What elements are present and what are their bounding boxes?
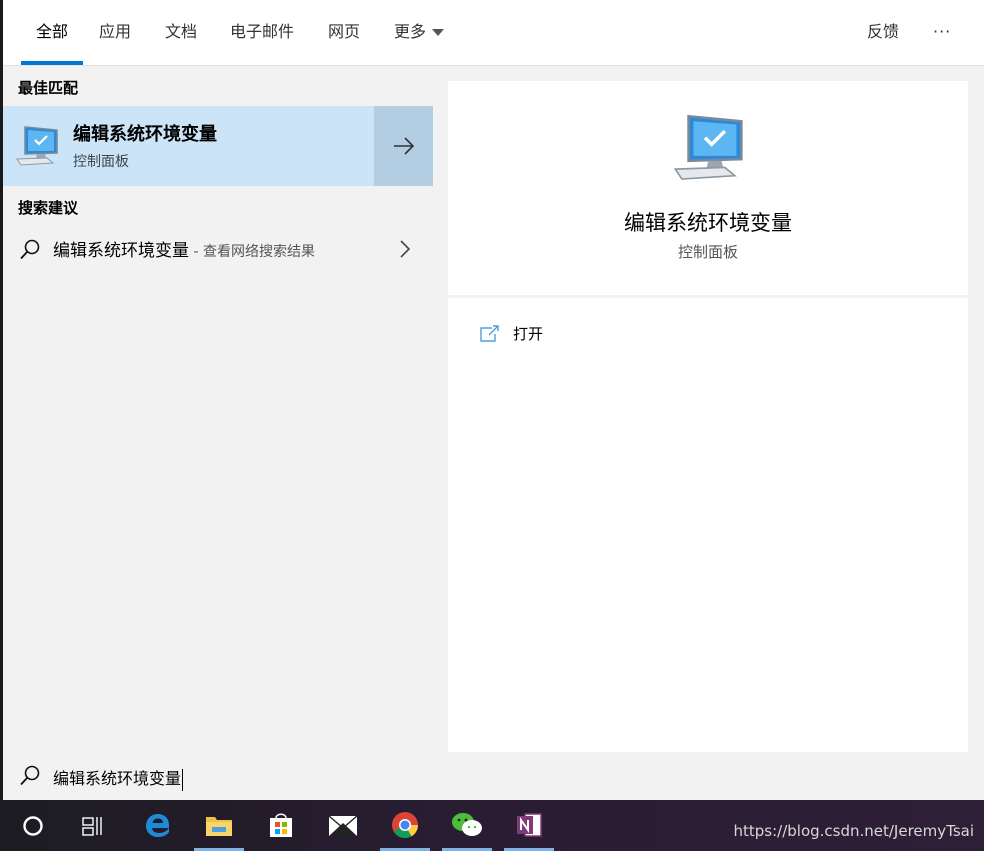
store-button[interactable] (256, 800, 306, 851)
preview-pane: 编辑系统环境变量 控制面板 打开 (448, 81, 968, 752)
mail-button[interactable] (318, 800, 368, 851)
tab-more-label: 更多 (394, 22, 427, 41)
search-panel: 全部 应用 文档 电子邮件 网页 更多 反馈 ··· 最佳匹配 编辑系统环境变量… (0, 0, 984, 800)
chevron-right-icon (400, 240, 411, 258)
tab-all[interactable]: 全部 (20, 0, 84, 65)
onenote-icon (517, 813, 542, 837)
store-icon (270, 813, 292, 837)
file-explorer-button[interactable] (194, 800, 244, 851)
chrome-button[interactable] (380, 800, 430, 851)
wechat-icon (452, 813, 482, 836)
arrow-right-icon (394, 137, 415, 155)
best-match-item[interactable]: 编辑系统环境变量 控制面板 (3, 106, 433, 186)
best-match-expand-button[interactable] (374, 106, 433, 186)
best-match-subtitle: 控制面板 (73, 154, 129, 170)
taskbar: https://blog.csdn.net/JeremyTsai (0, 800, 984, 851)
preview-title: 编辑系统环境变量 (624, 211, 792, 235)
best-match-open[interactable]: 编辑系统环境变量 控制面板 (3, 106, 373, 186)
tab-more[interactable]: 更多 (394, 0, 445, 65)
onenote-button[interactable] (504, 800, 554, 851)
more-options-button[interactable]: ··· (933, 0, 951, 65)
open-icon (480, 325, 499, 342)
chevron-down-icon (432, 29, 445, 36)
edge-icon (146, 814, 169, 837)
cortana-icon (23, 816, 43, 836)
file-explorer-icon (206, 817, 232, 836)
tab-documents[interactable]: 文档 (165, 0, 197, 65)
monitor-icon (673, 114, 743, 180)
text-cursor (182, 768, 184, 791)
watermark-url: https://blog.csdn.net/JeremyTsai (733, 822, 974, 840)
tab-apps[interactable]: 应用 (99, 0, 131, 65)
tab-email[interactable]: 电子邮件 (230, 0, 294, 65)
monitor-icon (16, 126, 58, 166)
chrome-icon (392, 812, 419, 839)
best-match-heading: 最佳匹配 (18, 79, 79, 97)
search-tabs: 全部 应用 文档 电子邮件 网页 更多 反馈 ··· (3, 0, 984, 66)
search-icon (20, 239, 40, 260)
search-suggestion-item[interactable]: 编辑系统环境变量 - 查看网络搜索结果 (3, 226, 433, 272)
best-match-title: 编辑系统环境变量 (73, 124, 217, 145)
suggestions-heading: 搜索建议 (18, 199, 79, 217)
search-icon (20, 765, 40, 786)
suggestion-text: 编辑系统环境变量 - 查看网络搜索结果 (53, 236, 315, 261)
edge-button[interactable] (132, 800, 182, 851)
open-action[interactable]: 打开 (478, 321, 678, 347)
suggestion-query: 编辑系统环境变量 (53, 241, 189, 261)
cortana-button[interactable] (8, 800, 58, 851)
search-box[interactable]: 编辑系统环境变量 (3, 752, 984, 800)
suggestion-web-hint: - 查看网络搜索结果 (189, 244, 315, 260)
mail-icon (328, 815, 358, 836)
search-input-value: 编辑系统环境变量 (53, 769, 182, 788)
results-list: 最佳匹配 编辑系统环境变量 控制面板 搜索建议 编辑系统环境变量 - 查看网络搜… (3, 66, 433, 752)
search-input[interactable]: 编辑系统环境变量 (53, 765, 184, 791)
preview-header: 编辑系统环境变量 控制面板 (448, 81, 968, 298)
task-view-icon (82, 817, 102, 836)
tab-web[interactable]: 网页 (328, 0, 360, 65)
wechat-button[interactable] (442, 800, 492, 851)
open-action-label: 打开 (513, 325, 544, 343)
task-view-button[interactable] (68, 800, 118, 851)
feedback-button[interactable]: 反馈 (867, 0, 899, 65)
preview-subtitle: 控制面板 (677, 243, 738, 261)
